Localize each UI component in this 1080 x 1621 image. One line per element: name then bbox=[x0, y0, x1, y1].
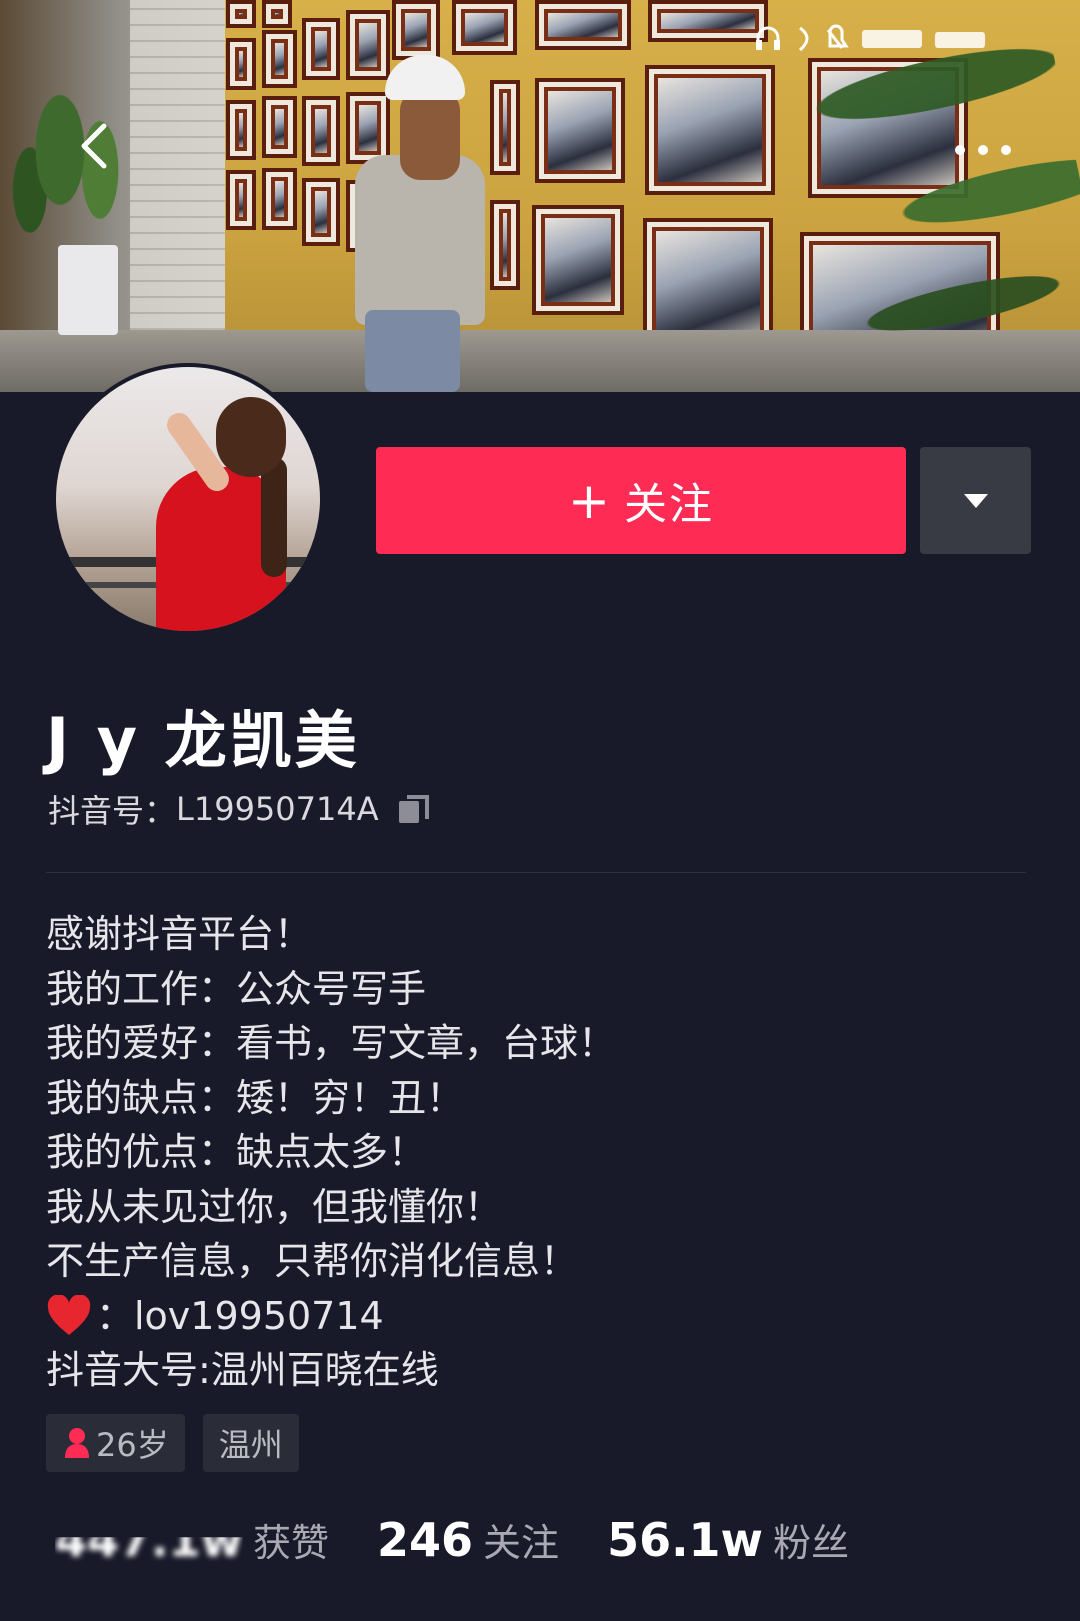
bio-line: 我的爱好：看书，写文章，台球！ bbox=[46, 1021, 617, 1065]
profile-stats: 447.1w 获赞 246 关注 56.1w 粉丝 bbox=[55, 1512, 897, 1567]
follow-button[interactable]: + 关注 bbox=[376, 447, 906, 554]
bio-line: 我从未见过你，但我懂你！ bbox=[46, 1184, 503, 1229]
follow-button-label: 关注 bbox=[623, 479, 714, 530]
age-text: 26岁 bbox=[96, 1426, 169, 1464]
more-horizontal-icon[interactable] bbox=[948, 130, 1018, 170]
bio-line: 我的缺点：矮！穷！丑！ bbox=[46, 1075, 465, 1120]
cover-photo[interactable] bbox=[0, 0, 1080, 392]
following-stat[interactable]: 246 关注 bbox=[377, 1512, 559, 1567]
location-tag: 温州 bbox=[202, 1414, 299, 1472]
douyin-id-label: 抖音号： bbox=[48, 792, 177, 830]
status-bar-icons bbox=[756, 24, 985, 52]
bio-line-heart: ：lov19950714 bbox=[46, 1289, 1026, 1344]
fans-stat[interactable]: 56.1w 粉丝 bbox=[607, 1512, 849, 1567]
copy-icon[interactable] bbox=[395, 789, 435, 829]
likes-count: 447.1w bbox=[55, 1513, 243, 1567]
heart-icon bbox=[47, 1294, 91, 1335]
profile-page: + 关注 J y 龙凯美 抖音号： L19950714A 感谢抖音平台！ 我的工… bbox=[0, 0, 1080, 1621]
female-icon bbox=[65, 1428, 89, 1458]
profile-name: J y 龙凯美 bbox=[46, 704, 360, 777]
likes-label: 获赞 bbox=[253, 1521, 330, 1565]
bio-line: 抖音大号:温州百晓在线 bbox=[46, 1348, 439, 1392]
douyin-id-value: L19950714A bbox=[176, 790, 379, 828]
following-count: 246 bbox=[377, 1513, 474, 1567]
following-label: 关注 bbox=[483, 1521, 560, 1565]
recommend-dropdown-button[interactable] bbox=[920, 447, 1031, 554]
bio-line: 不生产信息，只帮你消化信息！ bbox=[46, 1239, 579, 1283]
location-text: 温州 bbox=[218, 1426, 283, 1464]
profile-tags: 26岁 温州 bbox=[46, 1414, 299, 1472]
chevron-left-icon[interactable] bbox=[68, 118, 124, 174]
divider bbox=[46, 872, 1026, 873]
age-tag: 26岁 bbox=[46, 1414, 185, 1472]
bio: 感谢抖音平台！ 我的工作：公众号写手 我的爱好：看书，写文章，台球！ 我的缺点：… bbox=[46, 907, 1026, 1398]
douyin-id: 抖音号： L19950714A bbox=[48, 786, 435, 832]
caret-down-icon bbox=[963, 493, 988, 508]
plus-icon: + bbox=[568, 471, 612, 530]
fans-count: 56.1w bbox=[607, 1513, 764, 1567]
bio-line: 感谢抖音平台！ bbox=[46, 912, 313, 956]
bio-line: 我的工作：公众号写手 bbox=[46, 966, 427, 1011]
likes-stat[interactable]: 447.1w 获赞 bbox=[55, 1512, 329, 1567]
avatar[interactable] bbox=[52, 363, 324, 635]
fans-label: 粉丝 bbox=[773, 1521, 850, 1565]
bio-line: 我的优点：缺点太多！ bbox=[46, 1130, 427, 1174]
heart-text: ：lov19950714 bbox=[96, 1293, 384, 1338]
